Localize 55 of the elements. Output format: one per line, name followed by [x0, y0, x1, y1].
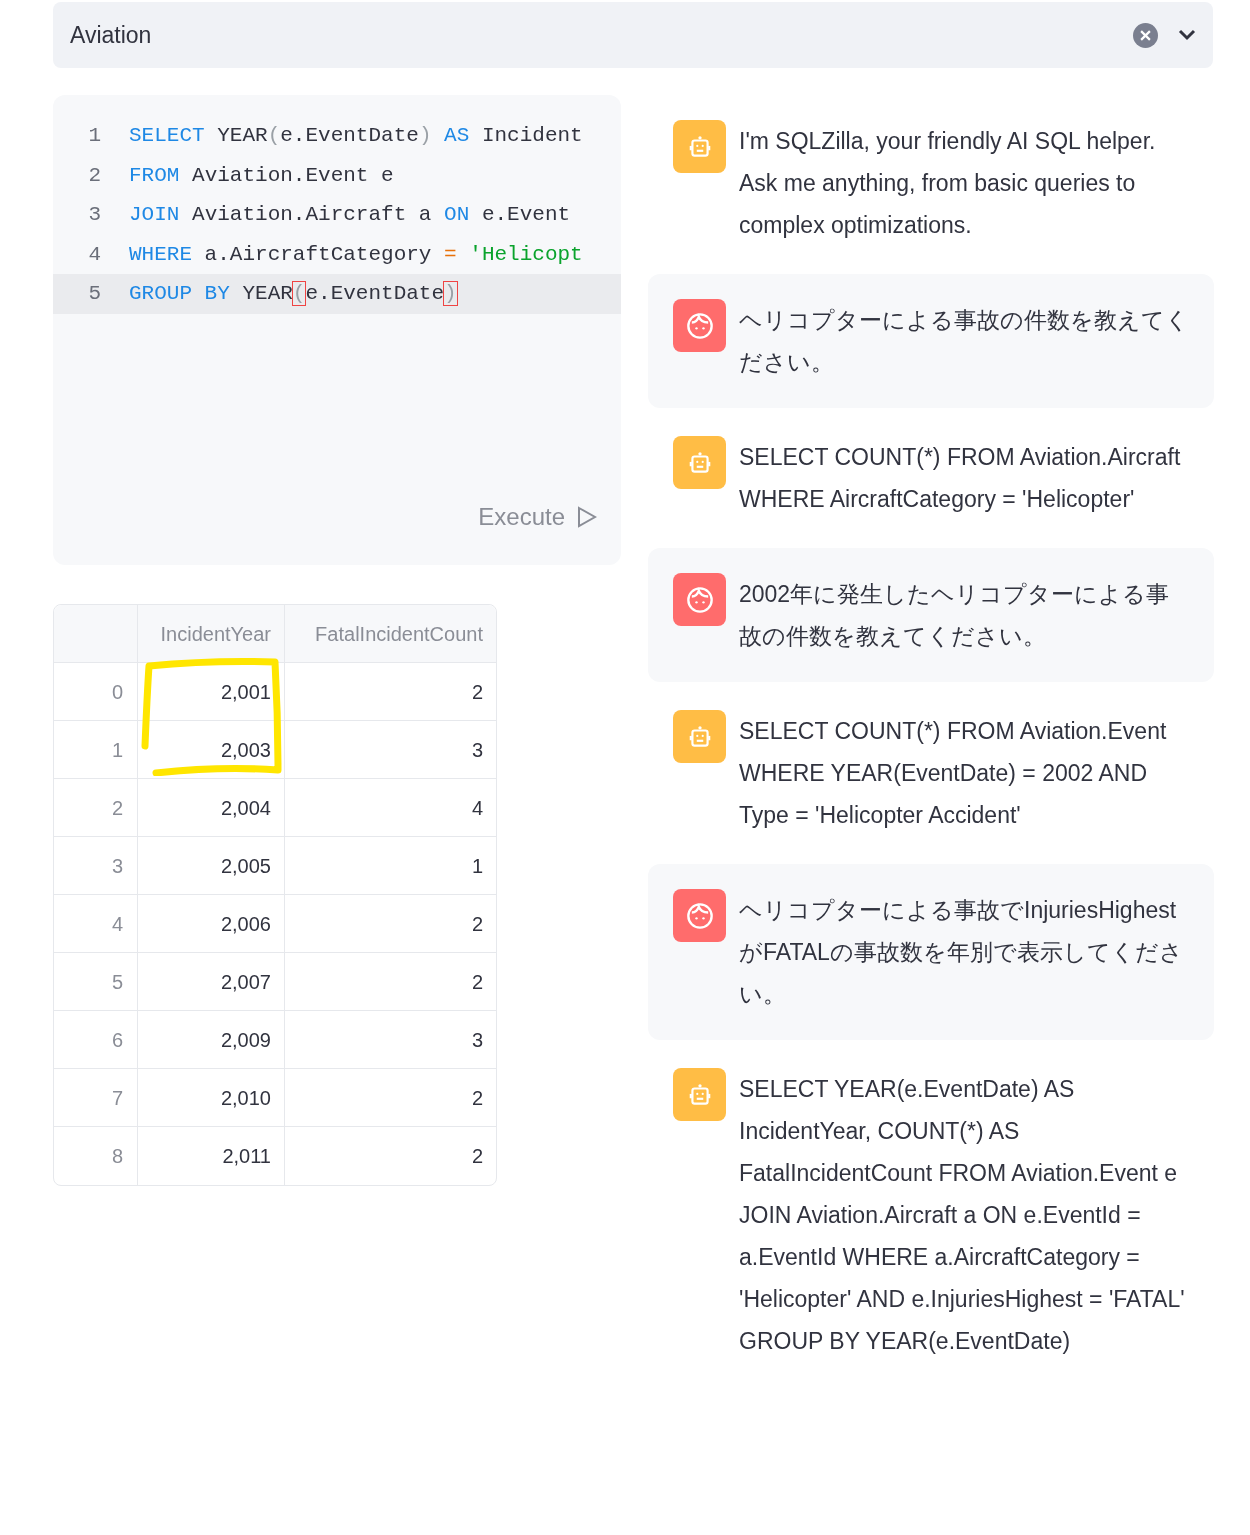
face-icon	[685, 901, 714, 930]
table-cell: 2,003	[138, 721, 285, 778]
table-cell: 2,010	[138, 1069, 285, 1126]
row-index: 0	[54, 663, 138, 720]
table-cell: 2,001	[138, 663, 285, 720]
code-line: FROM Aviation.Event e	[129, 162, 394, 189]
table-cell-text: 2	[470, 911, 484, 937]
table-cell-text: 4	[470, 795, 484, 821]
column-header: FatalIncidentCount	[314, 621, 484, 647]
table-cell-text: 2	[470, 679, 484, 705]
select-value: Aviation	[70, 20, 153, 50]
chevron-down-icon[interactable]	[1178, 29, 1196, 41]
select-field[interactable]: Aviation	[53, 2, 1213, 68]
code-editor[interactable]: 1 SELECT YEAR(e.EventDate) AS Incident 2 FROM Aviation.Event e 3 JOIN Aviation.Aircraft a ON e.Event 4 WHERE a.AircraftCategory = 'Helicopt 5 GROUP BY YEAR(e.EventDate) Execute	[53, 95, 621, 565]
line-number: 1	[87, 123, 101, 149]
row-index: 7	[54, 1069, 138, 1126]
row-index: 2	[54, 779, 138, 836]
column-header: IncidentYear	[138, 605, 285, 662]
message-text: SELECT COUNT(*) FROM Aviation.Event WHERE YEAR(EventDate) = 2002 AND Type = 'Helicopter Accident'	[739, 717, 1168, 830]
message-text: ヘリコプターによる事故の件数を教えてください。	[739, 306, 1189, 377]
message-text: 2002年に発生したヘリコプターによる事故の件数を教えてください。	[739, 580, 1171, 651]
row-index: 6	[54, 1011, 138, 1068]
table-cell: 2,009	[138, 1011, 285, 1068]
row-index: 5	[54, 953, 138, 1010]
table-cell-text: 3	[470, 1027, 484, 1053]
table-cell: 2,011	[138, 1127, 285, 1185]
table-cell-text: 1	[470, 853, 484, 879]
line-number: 2	[87, 162, 101, 189]
message-text: ヘリコプターによる事故でInjuriesHighestがFATALの事故数を年別で表示してください。	[739, 896, 1184, 1009]
message-text: I'm SQLZilla, your friendly AI SQL helper. Ask me anything, from basic queries to complex optimizations.	[739, 127, 1157, 240]
clear-icon[interactable]	[1133, 22, 1158, 48]
row-index: 8	[54, 1127, 138, 1185]
face-icon	[685, 585, 714, 614]
line-number: 5	[87, 281, 101, 307]
face-icon	[685, 311, 714, 340]
table-cell: 2,007	[138, 953, 285, 1010]
table-cell: 2,005	[138, 837, 285, 894]
code-line: SELECT YEAR(e.EventDate) AS Incident	[129, 123, 583, 149]
table-cell-text: 2	[470, 1144, 484, 1169]
row-index: 3	[54, 837, 138, 894]
message-text: SELECT COUNT(*) FROM Aviation.Aircraft WHERE AircraftCategory = 'Helicopter'	[739, 443, 1182, 514]
code-line: WHERE a.AircraftCategory = 'Helicopt	[129, 241, 583, 268]
line-number: 4	[87, 241, 101, 268]
table-cell-text: 2	[470, 1085, 484, 1111]
row-index: 4	[54, 895, 138, 952]
code-line: JOIN Aviation.Aircraft a ON e.Event	[129, 202, 571, 228]
code-line: GROUP BY YEAR(e.EventDate)	[129, 281, 457, 307]
table-cell-text: 2	[470, 969, 484, 995]
play-icon	[577, 506, 597, 528]
row-index: 1	[54, 721, 138, 778]
table-cell: 2,006	[138, 895, 285, 952]
table-cell-text: 3	[470, 737, 484, 763]
line-number: 3	[87, 202, 101, 228]
table-cell: 2,004	[138, 779, 285, 836]
message-text: SELECT YEAR(e.EventDate) AS IncidentYear, COUNT(*) AS FatalIncidentCount FROM Aviation.Event e JOIN Aviation.Aircraft a ON e.EventId = a.EventId WHERE a.AircraftCategory = 'Helicopter' AND e.InjuriesHighest = 'FATAL' GROUP BY YEAR(e.EventDate)	[739, 1075, 1186, 1356]
